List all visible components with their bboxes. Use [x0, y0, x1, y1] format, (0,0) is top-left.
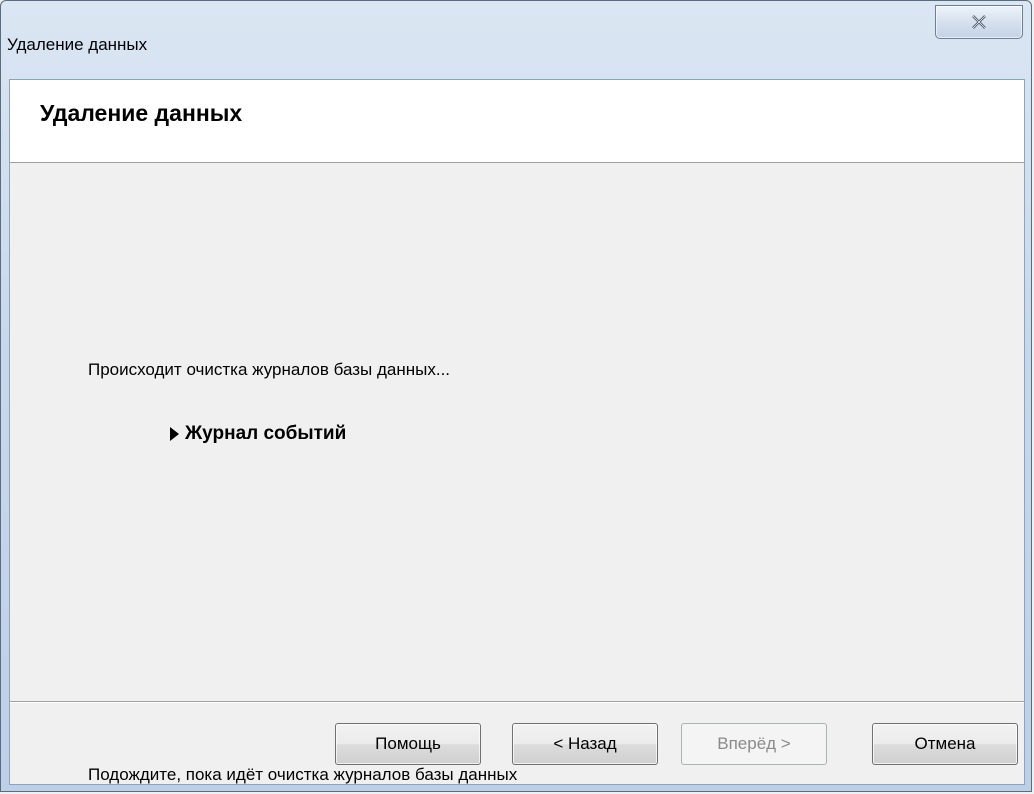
window-title: Удаление данных — [7, 35, 148, 54]
dialog-client-area: Удаление данных Происходит очистка журна… — [9, 79, 1025, 785]
next-button[interactable]: Вперёд > — [681, 723, 827, 765]
wizard-window: Удаление данных Удаление данных Происход… — [0, 0, 1032, 792]
current-step: Журнал событий — [170, 423, 346, 445]
title-bar[interactable]: Удаление данных — [1, 1, 1031, 79]
help-button[interactable]: Помощь — [335, 723, 481, 765]
wizard-body: Происходит очистка журналов базы данных.… — [10, 163, 1024, 784]
current-step-label: Журнал событий — [185, 423, 347, 444]
page-title: Удаление данных — [40, 100, 243, 126]
wizard-header: Удаление данных — [10, 80, 1024, 163]
close-icon — [972, 15, 986, 29]
step-arrow-icon — [170, 427, 179, 441]
cancel-button[interactable]: Отмена — [872, 723, 1018, 765]
back-button[interactable]: < Назад — [512, 723, 658, 765]
wizard-footer: Помощь < Назад Вперёд > Отмена — [10, 701, 1024, 786]
close-button[interactable] — [935, 5, 1023, 39]
status-text: Происходит очистка журналов базы данных.… — [88, 360, 451, 379]
